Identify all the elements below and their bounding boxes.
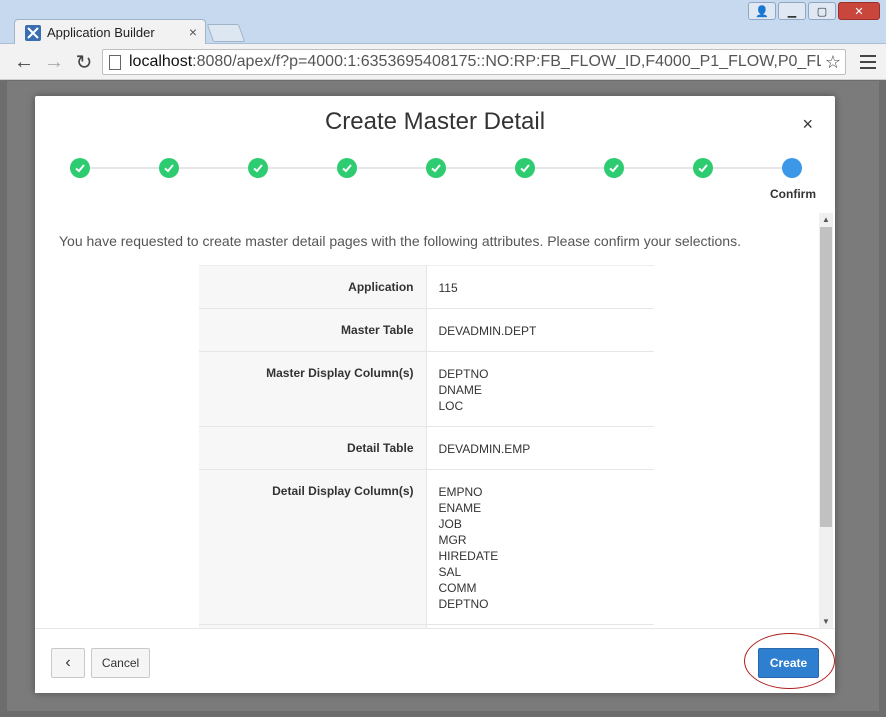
value-line: JOB: [438, 517, 462, 531]
minimize-button[interactable]: ▁: [778, 2, 806, 20]
row-value: DEVADMIN.EMP: [426, 426, 654, 470]
browser-toolbar: ← → ↻ localhost:8080/apex/f?p=4000:1:635…: [0, 44, 886, 80]
apex-app-icon: [25, 24, 41, 41]
value-line: DEVADMIN.DEPT: [438, 324, 537, 338]
table-row: Application 115: [199, 265, 654, 309]
scroll-down-icon[interactable]: ▼: [822, 617, 830, 626]
attributes-table: Application 115 Master Table DEVADMIN.DEPT M…: [199, 265, 654, 628]
browser-menu-icon[interactable]: [858, 52, 878, 72]
close-icon[interactable]: ×: [802, 114, 813, 135]
browser-tab[interactable]: Application Builder ×: [14, 19, 206, 45]
step-complete-icon: [159, 158, 179, 178]
tab-title: Application Builder: [47, 25, 155, 40]
value-line: LOC: [438, 399, 464, 413]
new-tab-button[interactable]: [206, 24, 246, 42]
table-row: Master Display Column(s) DEPTNO DNAME LOC: [199, 351, 654, 427]
window-controls: 👤 ▁ ▢ ✕: [748, 2, 880, 20]
dialog-body[interactable]: You have requested to create master deta…: [35, 213, 835, 628]
value-line: DNAME: [438, 383, 482, 397]
row-label: Detail Display Column(s): [199, 469, 427, 625]
create-master-detail-dialog: Create Master Detail × Confirm You have …: [35, 96, 835, 693]
row-value: EMPNO ENAME JOB MGR HIREDATE SAL COMM DEPTNO: [426, 469, 654, 625]
row-value: DEPTNO DNAME LOC: [426, 351, 654, 427]
value-line: 115: [438, 281, 458, 295]
step-complete-icon: [604, 158, 624, 178]
table-row: Master Table DEVADMIN.DEPT: [199, 308, 654, 352]
dialog-footer: ‹ Cancel Create: [35, 628, 835, 693]
value-line: DEPTNO: [438, 597, 489, 611]
value-line: COMM: [438, 581, 477, 595]
dialog-scrollbar[interactable]: ▲ ▼: [819, 213, 833, 628]
window-close-button[interactable]: ✕: [838, 2, 880, 20]
step-complete-icon: [693, 158, 713, 178]
reload-icon[interactable]: ↻: [72, 50, 96, 74]
value-line: SAL: [438, 565, 462, 579]
tab-close-icon[interactable]: ×: [189, 24, 197, 40]
user-profile-button[interactable]: 👤: [748, 2, 776, 20]
dialog-title: Create Master Detail: [324, 108, 546, 135]
cancel-button[interactable]: Cancel: [91, 648, 150, 678]
step-label: Confirm: [770, 187, 816, 201]
step-complete-icon: [248, 158, 268, 178]
forward-icon[interactable]: →: [42, 50, 66, 74]
step-current-indicator: [782, 158, 802, 178]
address-bar[interactable]: localhost:8080/apex/f?p=4000:1:635369540…: [102, 49, 846, 75]
row-label: Master Table: [199, 308, 427, 352]
scroll-up-icon[interactable]: ▲: [822, 215, 830, 224]
table-row: Detail Table DEVADMIN.EMP: [199, 426, 654, 470]
row-label: Detail Table: [199, 426, 427, 470]
intro-text: You have requested to create master deta…: [59, 233, 741, 249]
value-line: DEPTNO: [438, 367, 489, 381]
maximize-button[interactable]: ▢: [808, 2, 836, 20]
row-value: DEVADMIN.DEPT: [426, 308, 654, 352]
wizard-progress: Confirm: [70, 158, 816, 201]
url-text[interactable]: localhost:8080/apex/f?p=4000:1:635369540…: [129, 53, 821, 71]
step-complete-icon: [337, 158, 357, 178]
bookmark-star-icon[interactable]: ☆: [821, 52, 845, 73]
value-line: EMPNO: [438, 485, 483, 499]
value-line: MGR: [438, 533, 467, 547]
row-label: Master Display Column(s): [199, 351, 427, 427]
create-button[interactable]: Create: [758, 648, 819, 678]
back-icon[interactable]: ←: [12, 50, 36, 74]
step-complete-icon: [515, 158, 535, 178]
table-row: Detail Display Column(s) EMPNO ENAME JOB MGR…: [199, 469, 654, 625]
value-line: DEVADMIN.EMP: [438, 442, 531, 456]
previous-button[interactable]: ‹: [51, 648, 85, 678]
row-label: Application: [199, 265, 427, 309]
page-icon: [109, 54, 121, 70]
value-line: HIREDATE: [438, 549, 499, 563]
browser-titlebar: Application Builder × 👤 ▁ ▢ ✕: [0, 0, 886, 45]
row-value: 115: [426, 265, 654, 309]
step-complete-icon: [426, 158, 446, 178]
value-line: ENAME: [438, 501, 482, 515]
step-complete-icon: [70, 158, 90, 178]
scroll-thumb[interactable]: [820, 227, 832, 527]
